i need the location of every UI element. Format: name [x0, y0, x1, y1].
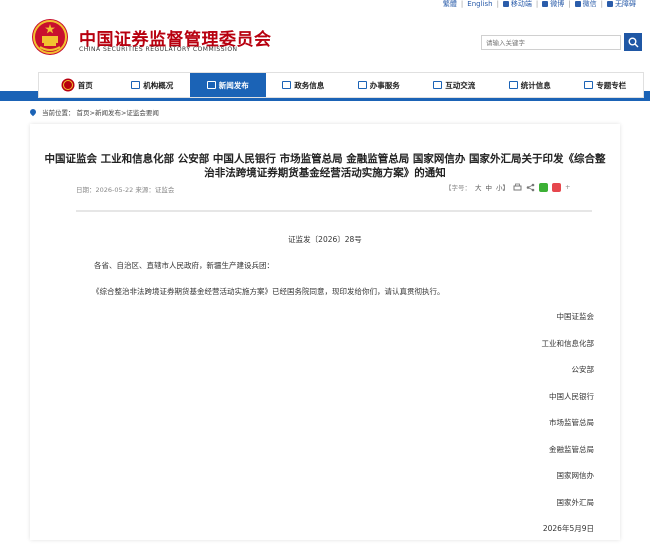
divider: |: [600, 0, 603, 8]
weibo-share-icon[interactable]: [552, 182, 561, 192]
location-pin-icon: [28, 107, 38, 117]
doc-icon: [584, 81, 594, 89]
chart-icon: [508, 81, 518, 89]
nav-item-gov-info[interactable]: 政务信息: [266, 73, 342, 97]
share-icon[interactable]: [526, 183, 535, 192]
accessibility-label: 无障碍: [615, 0, 636, 8]
weibo-icon: [542, 1, 549, 7]
search-icon: [628, 37, 638, 47]
wechat-label: 微信: [582, 0, 597, 8]
divider: |: [535, 0, 539, 8]
divider: |: [496, 0, 499, 8]
breadcrumb: 当前位置： 首页>新闻发布>证监会要闻: [28, 107, 159, 117]
mobile-link[interactable]: 移动端: [502, 0, 532, 9]
print-icon[interactable]: [513, 183, 522, 192]
nav-label: 新闻发布: [218, 80, 249, 90]
monitor-icon: [282, 81, 292, 89]
chat-icon: [433, 81, 443, 89]
article-meta: 日期：2026-05-22 来源：证监会: [76, 186, 175, 194]
nav-label: 统计信息: [520, 80, 551, 90]
nav-item-services[interactable]: 办事服务: [341, 73, 417, 97]
site-title-english: CHINA SECURITIES REGULATORY COMMISSION: [79, 46, 238, 53]
article-title: 中国证监会 工业和信息化部 公安部 中国人民银行 市场监管总局 金融监管总局 国…: [44, 153, 606, 179]
signature-line: 中国人民银行: [549, 391, 594, 401]
search-button[interactable]: [624, 33, 642, 51]
search-input[interactable]: [481, 35, 621, 50]
signature-line: 国家外汇局: [556, 497, 595, 507]
article-tools: 【字号： 大 中 小】 +: [445, 182, 570, 192]
font-size-label: 【字号：: [445, 184, 471, 192]
document-number: 证监发〔2026〕28号: [288, 235, 362, 244]
news-icon: [206, 81, 216, 89]
nav-label: 专题专栏: [596, 80, 627, 90]
article-body: 《综合整治非法跨境证券期货基金经营活动实施方案》已经国务院同意，现印发给你们，请…: [92, 287, 445, 296]
nav-item-home[interactable]: 首页: [39, 73, 115, 97]
breadcrumb-path[interactable]: 首页>新闻发布>证监会要闻: [77, 107, 159, 117]
nav-item-about[interactable]: 机构概况: [115, 73, 191, 97]
nav-item-news[interactable]: 新闻发布: [190, 73, 266, 97]
accessibility-link[interactable]: 无障碍: [607, 0, 636, 9]
font-small-button[interactable]: 小】: [496, 182, 509, 192]
traditional-link[interactable]: 繁體: [443, 0, 457, 9]
divider: |: [568, 0, 571, 8]
wechat-share-icon[interactable]: [539, 182, 548, 192]
nav-label: 机构概况: [143, 80, 174, 90]
font-medium-button[interactable]: 中: [486, 182, 493, 192]
national-emblem-icon[interactable]: [30, 17, 70, 57]
nav-label: 互动交流: [445, 80, 476, 90]
wechat-icon: [574, 1, 581, 7]
nav-label: 办事服务: [369, 80, 400, 90]
accessibility-icon: [607, 1, 613, 7]
nav-label: 首页: [77, 80, 93, 90]
signature-line: 公安部: [571, 365, 595, 374]
signature-line: 中国证监会: [556, 312, 595, 321]
font-large-button[interactable]: 大: [475, 182, 482, 192]
main-nav: 首页 机构概况 新闻发布 政务信息 办事服务 互动交流 统计信息 专题专栏: [38, 72, 644, 98]
signature-line: 市场监管总局: [549, 418, 594, 427]
english-link[interactable]: English: [467, 0, 492, 9]
mobile-icon: [502, 1, 509, 7]
home-icon: [61, 78, 75, 92]
weibo-link[interactable]: 微博: [542, 0, 564, 9]
signature-line: 工业和信息化部: [541, 338, 595, 348]
mobile-label: 移动端: [510, 0, 532, 8]
signature-line: 国家网信办: [556, 471, 595, 480]
breadcrumb-prefix: 当前位置：: [42, 109, 75, 117]
site-header: 中国证券监督管理委员会 CHINA SECURITIES REGULATORY …: [0, 11, 650, 71]
top-utility-bar: 繁體 | English | 移动端 | 微博 | 微信 | 无障碍: [0, 0, 650, 11]
nav-item-interaction[interactable]: 互动交流: [417, 73, 493, 97]
more-share-icon[interactable]: +: [565, 183, 570, 191]
building-icon: [131, 81, 141, 89]
title-divider: [76, 210, 592, 212]
nav-item-topics[interactable]: 专题专栏: [568, 73, 644, 97]
signature-line: 金融监管总局: [549, 444, 594, 454]
wechat-link[interactable]: 微信: [574, 0, 597, 9]
weibo-label: 微博: [550, 0, 565, 8]
nav-item-statistics[interactable]: 统计信息: [492, 73, 568, 97]
salutation: 各省、自治区、直辖市人民政府，新疆生产建设兵团：: [94, 261, 274, 270]
service-icon: [357, 81, 367, 89]
divider: |: [460, 0, 464, 8]
nav-label: 政务信息: [294, 80, 325, 90]
signature-block: 中国证监会 工业和信息化部 公安部 中国人民银行 市场监管总局 金融监管总局 国…: [394, 312, 595, 551]
article-card: 中国证监会 工业和信息化部 公安部 中国人民银行 市场监管总局 金融监管总局 国…: [30, 124, 620, 540]
signature-date: 2026年5月9日: [542, 524, 594, 533]
